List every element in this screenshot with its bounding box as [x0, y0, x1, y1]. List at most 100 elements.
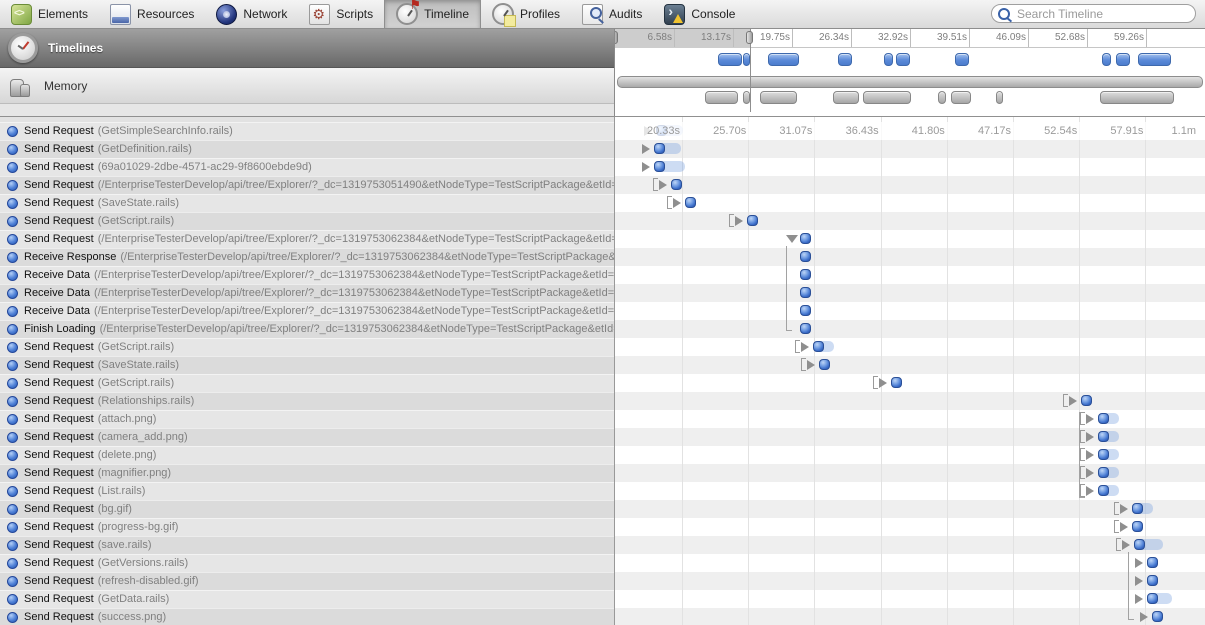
tab-profiles[interactable]: Profiles: [481, 0, 571, 28]
timeline-record-row[interactable]: Send Request(GetScript.rails): [0, 374, 614, 392]
record-group-connector: [786, 246, 792, 331]
overview-item-label: Timelines: [48, 41, 103, 55]
timeline-record-row[interactable]: Send Request(GetVersions.rails): [0, 554, 614, 572]
record-arrow-icon: [1120, 522, 1128, 532]
timeline-record-row[interactable]: Send Request(attach.png): [0, 410, 614, 428]
overview-splitter-bar[interactable]: [617, 76, 1203, 88]
timeline-record-row[interactable]: Send Request(magnifier.png): [0, 464, 614, 482]
audits-icon: [582, 4, 603, 25]
overview-ruler-tick: [733, 29, 734, 47]
overview-item-memory[interactable]: Memory: [0, 68, 614, 104]
record-arrow-icon: [1086, 450, 1094, 460]
overview-memory-capsule: [996, 91, 1003, 104]
record-detail: (GetScript.rails): [98, 338, 174, 356]
overview-record-capsule: [884, 53, 893, 66]
record-event-dot: [1098, 449, 1109, 460]
record-type: Send Request: [24, 230, 94, 248]
timeline-record-row[interactable]: Send Request(List.rails): [0, 482, 614, 500]
timeline-record-row[interactable]: Send Request(SaveState.rails): [0, 356, 614, 374]
timeline-record-row[interactable]: Receive Data(/EnterpriseTesterDevelop/ap…: [0, 266, 614, 284]
record-detail: (/EnterpriseTesterDevelop/api/tree/Explo…: [98, 230, 614, 248]
record-detail: (/EnterpriseTesterDevelop/api/tree/Explo…: [94, 302, 614, 320]
timeline-record-row[interactable]: Send Request(GetData.rails): [0, 590, 614, 608]
grid-ruler: 20.33s25.70s31.07s36.43s41.80s47.17s52.5…: [615, 122, 1205, 140]
record-arrow-icon: [1120, 504, 1128, 514]
console-icon: [664, 4, 685, 25]
tab-label: Profiles: [520, 7, 560, 21]
record-type: Send Request: [24, 590, 94, 608]
record-detail: (GetDefinition.rails): [98, 140, 192, 158]
record-arrow-icon: [1086, 432, 1094, 442]
tab-resources[interactable]: Resources: [99, 0, 205, 28]
record-event-dot: [1147, 557, 1158, 568]
timeline-record-row[interactable]: Send Request(refresh-disabled.gif): [0, 572, 614, 590]
clock-hand: [503, 10, 509, 17]
timeline-record-row[interactable]: Send Request(69a01029-2dbe-4571-ac29-9f8…: [0, 158, 614, 176]
overview-item-timelines[interactable]: Timelines: [0, 29, 614, 68]
record-bullet-icon: [7, 504, 18, 515]
timeline-record-row[interactable]: Receive Data(/EnterpriseTesterDevelop/ap…: [0, 302, 614, 320]
record-arrow-icon: [642, 144, 650, 154]
grid-ruler-label: 57.91s: [1110, 125, 1143, 137]
timeline-record-row[interactable]: Send Request(GetSimpleSearchInfo.rails): [0, 122, 614, 140]
timeline-record-row[interactable]: Send Request(save.rails): [0, 536, 614, 554]
timeline-record-row[interactable]: Send Request(progress-bg.gif): [0, 518, 614, 536]
timeline-records-pane: Send Request(GetSimpleSearchInfo.rails)S…: [0, 117, 1205, 625]
record-bullet-icon: [7, 234, 18, 245]
tab-audits[interactable]: Audits: [571, 0, 653, 28]
record-type: Send Request: [24, 518, 94, 536]
timeline-record-row[interactable]: Finish Loading(/EnterpriseTesterDevelop/…: [0, 320, 614, 338]
timeline-overview-pane: Timelines Memory 6.58s13.17s19.75s26.34s…: [0, 29, 1205, 117]
timeline-record-row[interactable]: Send Request(delete.png): [0, 446, 614, 464]
record-type: Send Request: [24, 428, 94, 446]
timeline-record-row[interactable]: Send Request(GetDefinition.rails): [0, 140, 614, 158]
search-input[interactable]: [1015, 6, 1189, 22]
timeline-record-row[interactable]: Send Request(camera_add.png): [0, 428, 614, 446]
timeline-record-row[interactable]: Receive Data(/EnterpriseTesterDevelop/ap…: [0, 284, 614, 302]
overview-graph-area[interactable]: 6.58s13.17s19.75s26.34s32.92s39.51s46.09…: [615, 29, 1205, 116]
record-type: Send Request: [24, 356, 94, 374]
record-event-dot: [1098, 467, 1109, 478]
timeline-record-row[interactable]: Send Request(Relationships.rails): [0, 392, 614, 410]
tab-network[interactable]: Network: [205, 0, 298, 28]
window-left-grip[interactable]: [615, 31, 618, 44]
record-arrow-icon: [1086, 486, 1094, 496]
record-bracket: [729, 214, 734, 227]
window-resize-grip[interactable]: [746, 31, 753, 44]
records-grid[interactable]: 20.33s25.70s31.07s36.43s41.80s47.17s52.5…: [615, 117, 1205, 625]
record-detail: (refresh-disabled.gif): [98, 572, 199, 590]
record-type: Send Request: [24, 212, 94, 230]
overview-memory-capsule: [951, 91, 971, 104]
record-arrow-icon: [807, 360, 815, 370]
toolbar-tabs: Elements Resources NetworkScriptsTimeline P…: [0, 0, 746, 28]
record-bullet-icon: [7, 450, 18, 461]
timeline-record-row[interactable]: Send Request(/EnterpriseTesterDevelop/ap…: [0, 176, 614, 194]
record-arrow-icon: [659, 180, 667, 190]
grid-ruler-label: 31.07s: [779, 125, 812, 137]
tab-elements[interactable]: Elements: [0, 0, 99, 28]
grid-ruler-label: 52.54s: [1044, 125, 1077, 137]
timeline-record-row[interactable]: Send Request(GetScript.rails): [0, 212, 614, 230]
record-detail: (List.rails): [98, 482, 146, 500]
timeline-record-row[interactable]: Send Request(bg.gif): [0, 500, 614, 518]
tab-console[interactable]: Console: [653, 0, 746, 28]
tab-label: Resources: [137, 7, 194, 21]
timeline-record-row[interactable]: Send Request(SaveState.rails): [0, 194, 614, 212]
overview-ruler-tick: [1028, 29, 1029, 47]
timeline-record-row[interactable]: Send Request(success.png): [0, 608, 614, 625]
overview-ruler-label: 32.92s: [878, 32, 908, 43]
tab-scripts[interactable]: Scripts: [298, 0, 384, 28]
record-detail: (delete.png): [98, 446, 157, 464]
timeline-record-row[interactable]: Receive Response(/EnterpriseTesterDevelo…: [0, 248, 614, 266]
search-field[interactable]: [991, 4, 1196, 23]
tab-timeline[interactable]: Timeline: [384, 0, 481, 28]
record-type: Send Request: [24, 140, 94, 158]
overview-memory-capsule: [863, 91, 911, 104]
grid-ruler-label: 41.80s: [912, 125, 945, 137]
overview-ruler-label: 52.68s: [1055, 32, 1085, 43]
record-detail: (SaveState.rails): [98, 356, 179, 374]
record-bullet-icon: [7, 576, 18, 587]
timeline-record-row[interactable]: Send Request(/EnterpriseTesterDevelop/ap…: [0, 230, 614, 248]
record-event-dot: [800, 233, 811, 244]
timeline-record-row[interactable]: Send Request(GetScript.rails): [0, 338, 614, 356]
